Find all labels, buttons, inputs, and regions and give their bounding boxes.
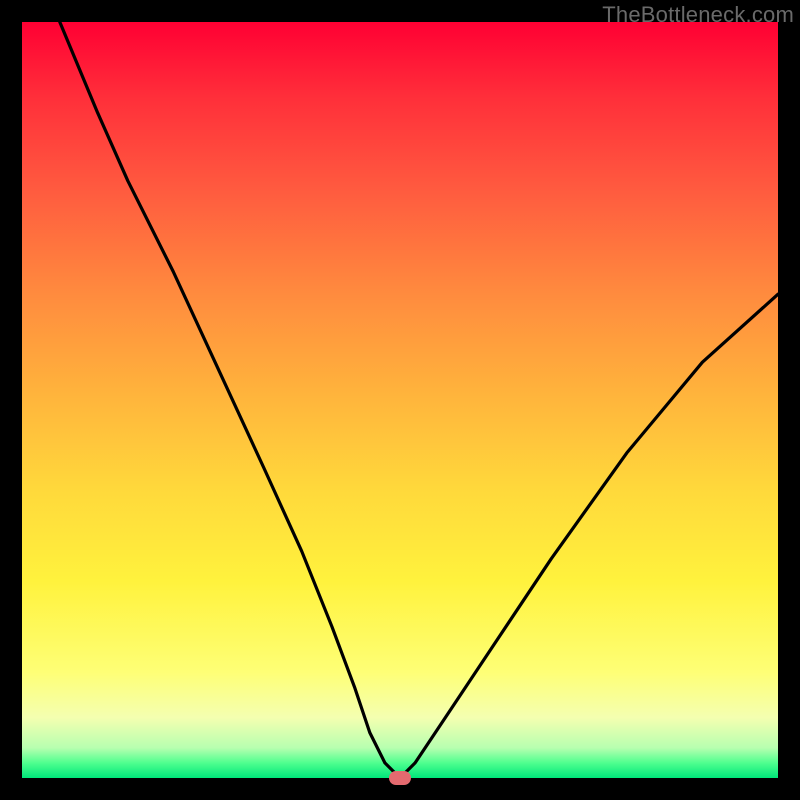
plot-area [22,22,778,778]
bottleneck-curve [22,22,778,778]
chart-frame: TheBottleneck.com [0,0,800,800]
optimal-marker [389,771,411,785]
